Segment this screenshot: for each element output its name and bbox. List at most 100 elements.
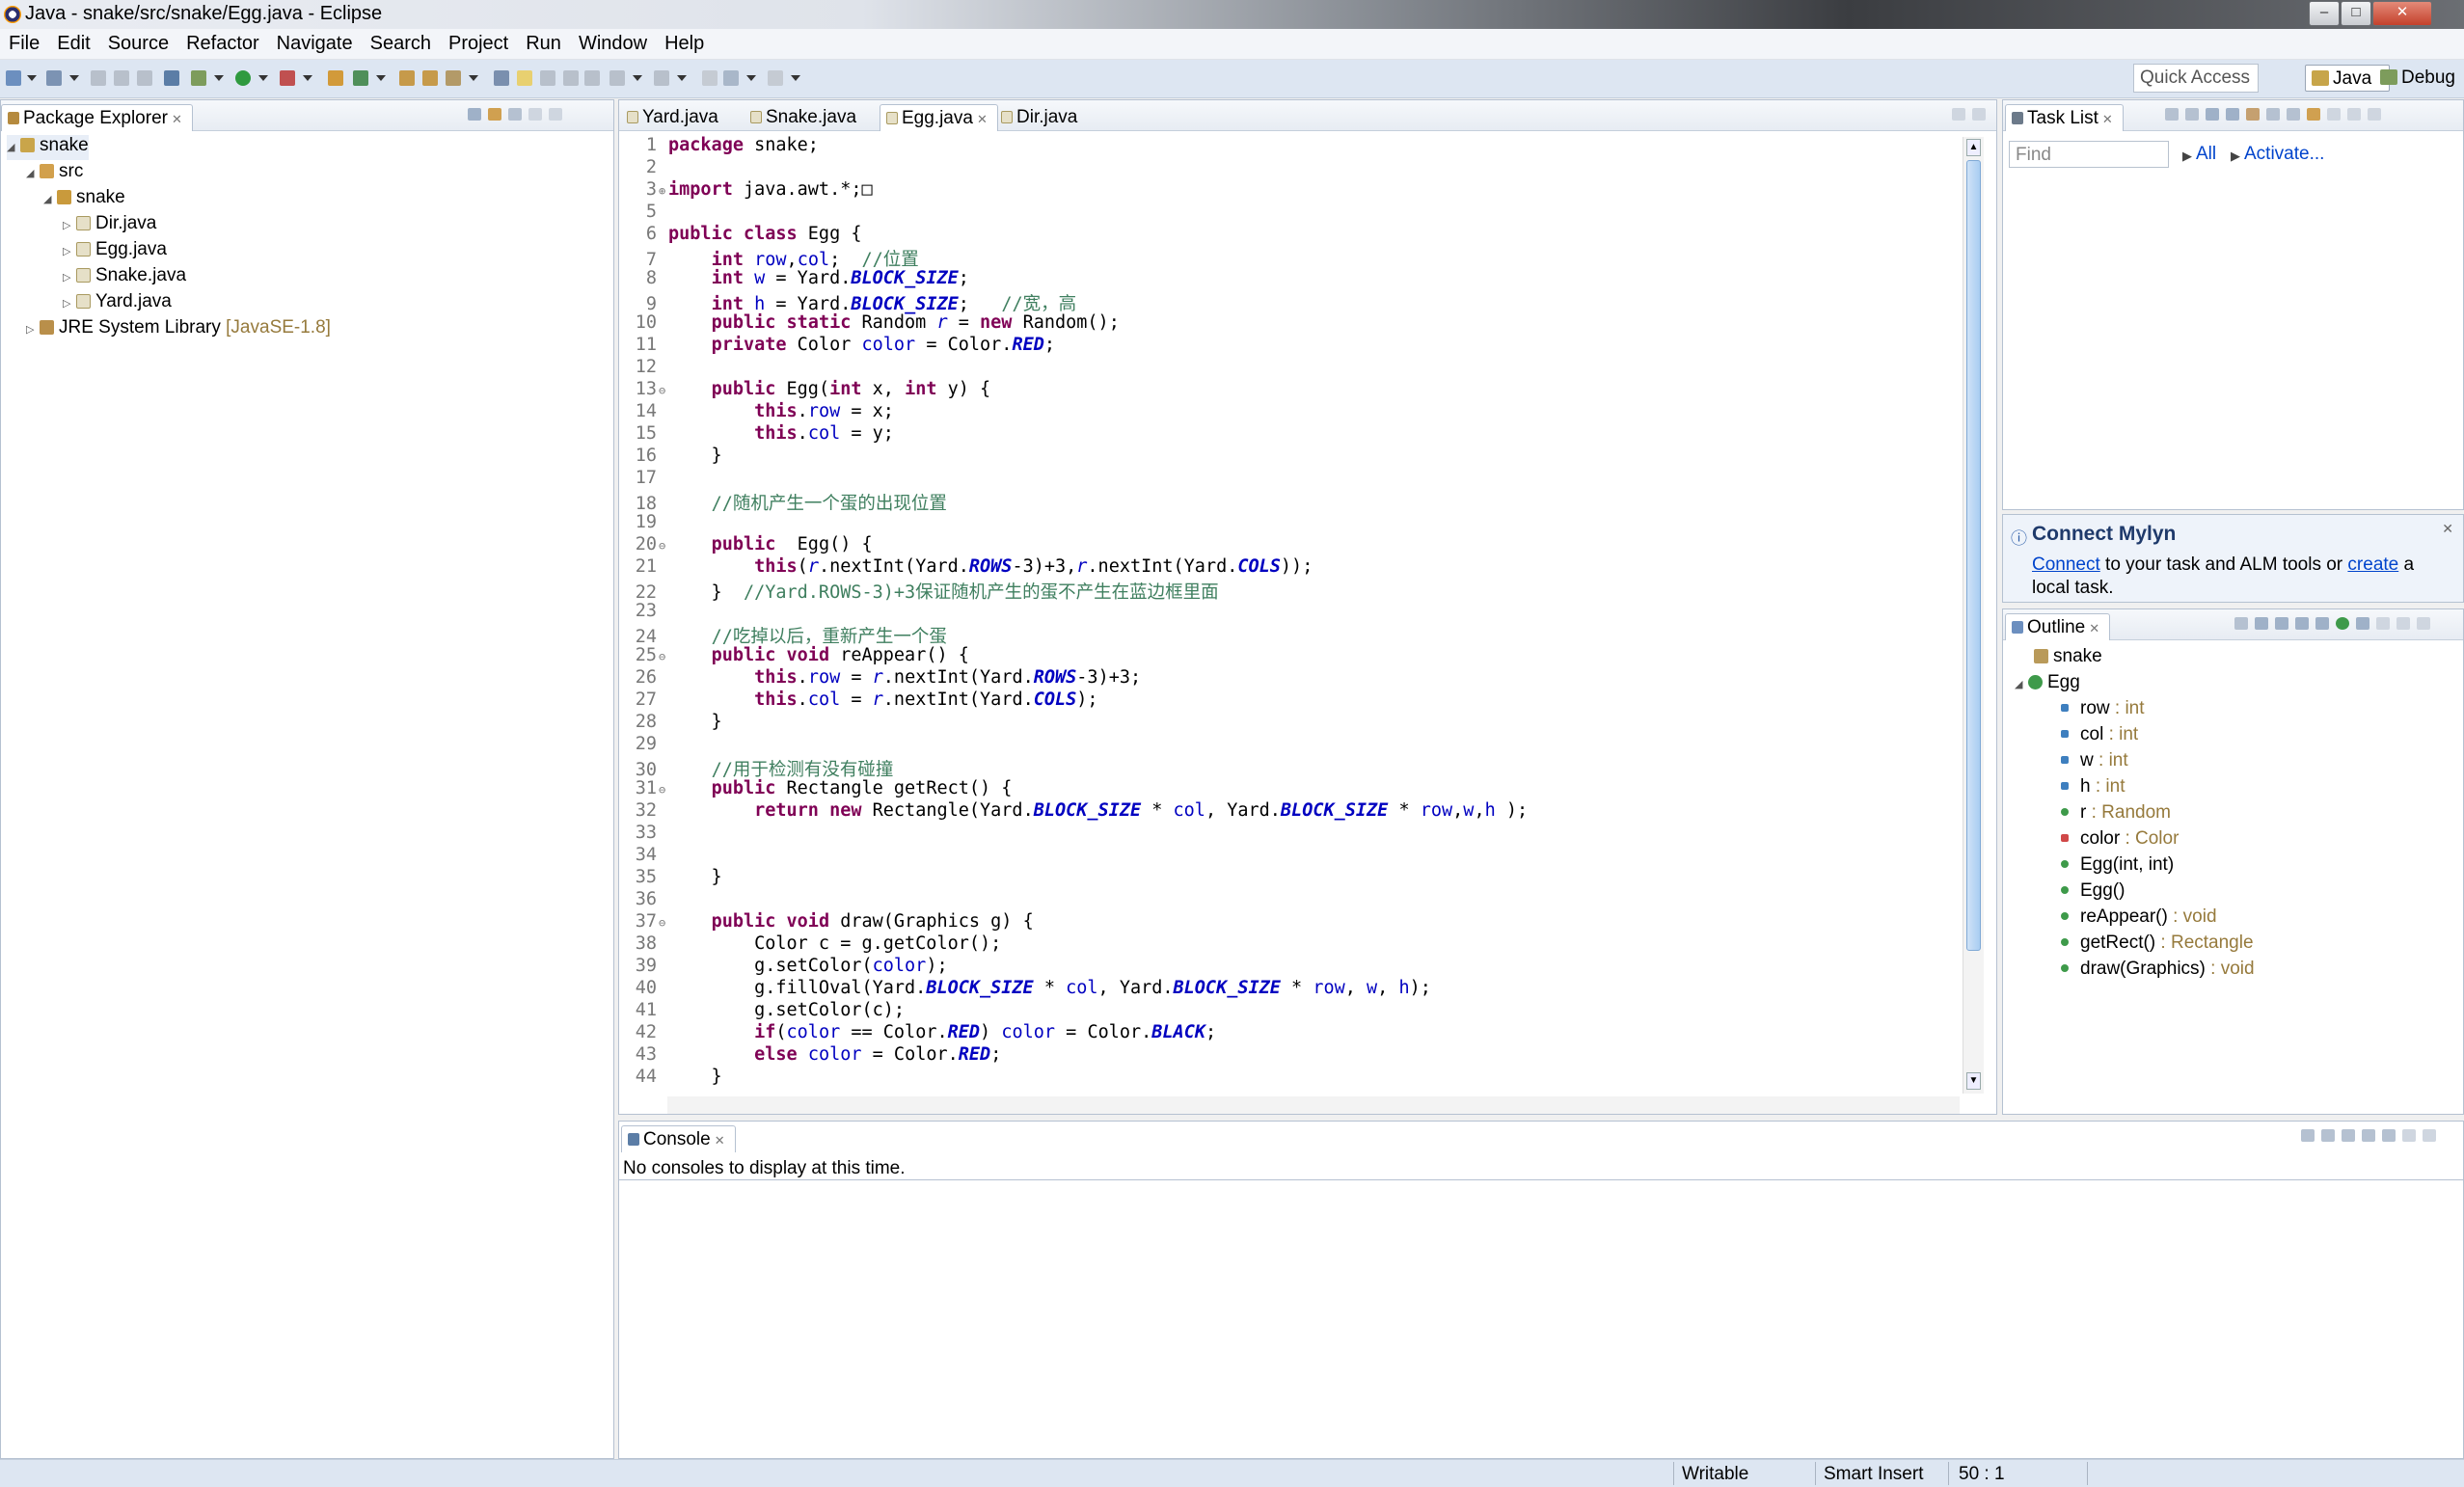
block-selection-icon[interactable]: [540, 70, 555, 86]
dropdown-icon[interactable]: [2185, 108, 2199, 121]
connect-link[interactable]: Connect: [2032, 554, 2100, 575]
debug-icon[interactable]: [191, 70, 206, 86]
create-link[interactable]: create: [2347, 554, 2398, 575]
run-icon[interactable]: [235, 70, 251, 86]
maximize-view-icon[interactable]: [2423, 1129, 2436, 1142]
close-icon[interactable]: ✕: [2442, 521, 2453, 537]
print-icon[interactable]: [137, 70, 152, 86]
back-icon[interactable]: [723, 70, 739, 86]
view-menu-icon[interactable]: [508, 108, 522, 121]
menu-edit[interactable]: Edit: [48, 33, 98, 55]
outline-class[interactable]: ◢ Egg: [2015, 672, 2080, 697]
tab-snake-java[interactable]: Snake.java: [745, 104, 866, 131]
expand-arrow-icon[interactable]: ◢: [7, 141, 20, 153]
open-dropdown-icon[interactable]: [69, 75, 79, 81]
categorized-icon[interactable]: [2206, 108, 2219, 121]
new-java-project-icon[interactable]: [328, 70, 343, 86]
minimize-view-icon[interactable]: [528, 108, 542, 121]
collapse-arrow-icon[interactable]: ▷: [63, 271, 76, 284]
open-icon[interactable]: [46, 70, 62, 86]
forward-dropdown-icon[interactable]: [791, 75, 800, 81]
collapse-arrow-icon[interactable]: ▷: [63, 245, 76, 257]
collapse-arrow-icon[interactable]: ▷: [63, 297, 76, 310]
close-icon[interactable]: ✕: [2102, 112, 2113, 126]
collapse-arrow-icon[interactable]: ▷: [63, 219, 76, 231]
minimize-view-icon[interactable]: [1952, 108, 1965, 121]
focus-icon[interactable]: [2246, 108, 2260, 121]
hide-static-icon[interactable]: [2275, 617, 2288, 630]
menu-source[interactable]: Source: [99, 33, 177, 55]
new-task-icon[interactable]: [2165, 108, 2179, 121]
menu-file[interactable]: File: [0, 33, 48, 55]
hide-local-types-icon[interactable]: [2315, 617, 2329, 630]
toggle-mark-occurrences-icon[interactable]: [494, 70, 509, 86]
tree-item-file[interactable]: ▷ Egg.java: [63, 239, 167, 264]
outline-member[interactable]: draw(Graphics) : void: [2061, 959, 2255, 984]
scrollbar-thumb[interactable]: [1966, 160, 1981, 951]
collapse-all-icon[interactable]: [468, 108, 481, 121]
close-button[interactable]: ✕: [2372, 1, 2432, 26]
link-editor-icon[interactable]: [2356, 617, 2369, 630]
menu-project[interactable]: Project: [440, 33, 517, 55]
code-editor[interactable]: 1 package snake; 2 3 ⊕ import java.awt.*;□…: [620, 133, 1961, 1097]
search-icon[interactable]: [446, 70, 461, 86]
menu-help[interactable]: Help: [656, 33, 713, 55]
activate-link[interactable]: Activate...: [2244, 144, 2324, 165]
editor-vertical-scrollbar[interactable]: ▲ ▼: [1963, 137, 1984, 1094]
menu-run[interactable]: Run: [517, 33, 570, 55]
dropdown-icon[interactable]: [2342, 1129, 2355, 1142]
run-dropdown-icon[interactable]: [258, 75, 268, 81]
maximize-view-icon[interactable]: [1972, 108, 1986, 121]
minimize-button[interactable]: –: [2309, 1, 2340, 26]
all-link[interactable]: All: [2196, 144, 2216, 165]
tree-item-project[interactable]: ◢ snake: [7, 135, 89, 160]
menu-navigate[interactable]: Navigate: [268, 33, 362, 55]
minimize-view-icon[interactable]: [2396, 617, 2410, 630]
expand-arrow-icon[interactable]: ◢: [43, 193, 57, 205]
collapse-all-icon[interactable]: [2266, 108, 2280, 121]
tree-item-file[interactable]: ▷ Snake.java: [63, 265, 186, 290]
close-icon[interactable]: ✕: [715, 1133, 725, 1148]
pin-console-icon[interactable]: [2301, 1129, 2315, 1142]
save-all-icon[interactable]: [114, 70, 129, 86]
outline-member[interactable]: color : Color: [2061, 828, 2179, 853]
previous-annotation-dropdown-icon[interactable]: [677, 75, 687, 81]
expand-arrow-icon[interactable]: ◢: [26, 167, 40, 179]
link-icon[interactable]: [2307, 108, 2320, 121]
tab-egg-java[interactable]: Egg.java ✕: [880, 104, 998, 131]
open-task-icon[interactable]: [422, 70, 438, 86]
sync-icon[interactable]: [2287, 108, 2300, 121]
tree-item-file[interactable]: ▷ Dir.java: [63, 213, 156, 238]
outline-member[interactable]: reAppear() : void: [2061, 906, 2217, 932]
expand-arrow-icon[interactable]: ◢: [2015, 678, 2028, 690]
previous-annotation-icon[interactable]: [654, 70, 669, 86]
tree-item-jre[interactable]: ▷ JRE System Library [JavaSE-1.8]: [26, 317, 331, 342]
tree-item-file[interactable]: ▷ Yard.java: [63, 291, 172, 316]
scheduled-icon[interactable]: [2226, 108, 2239, 121]
forward-icon[interactable]: [768, 70, 783, 86]
hide-non-public-icon[interactable]: [2295, 617, 2309, 630]
skip-breakpoints-icon[interactable]: [164, 70, 179, 86]
tab-package-explorer[interactable]: Package Explorer ✕: [1, 104, 193, 131]
external-tools-dropdown-icon[interactable]: [303, 75, 312, 81]
maximize-view-icon[interactable]: [549, 108, 562, 121]
back-dropdown-icon[interactable]: [746, 75, 756, 81]
close-icon[interactable]: ✕: [977, 112, 988, 126]
display-console-icon[interactable]: [2321, 1129, 2335, 1142]
open-type-icon[interactable]: [399, 70, 415, 86]
tree-item-src[interactable]: ◢ src: [26, 161, 83, 186]
outline-package[interactable]: snake: [2034, 646, 2102, 671]
minimize-view-icon[interactable]: [2347, 108, 2361, 121]
tab-dir-java[interactable]: Dir.java: [995, 104, 1087, 131]
next-annotation-dropdown-icon[interactable]: [633, 75, 642, 81]
close-icon[interactable]: ✕: [172, 112, 182, 126]
scroll-down-icon[interactable]: ▼: [1966, 1072, 1981, 1090]
collapse-arrow-icon[interactable]: ▷: [26, 323, 40, 336]
debug-perspective-button[interactable]: Debug: [2374, 65, 2464, 92]
outline-member[interactable]: Egg(int, int): [2061, 854, 2174, 879]
maximize-button[interactable]: □: [2341, 1, 2371, 26]
search-dropdown-icon[interactable]: [469, 75, 478, 81]
outline-member[interactable]: getRect() : Rectangle: [2061, 933, 2254, 958]
tab-console[interactable]: Console ✕: [621, 1125, 736, 1152]
outline-member[interactable]: Egg(): [2061, 880, 2125, 906]
